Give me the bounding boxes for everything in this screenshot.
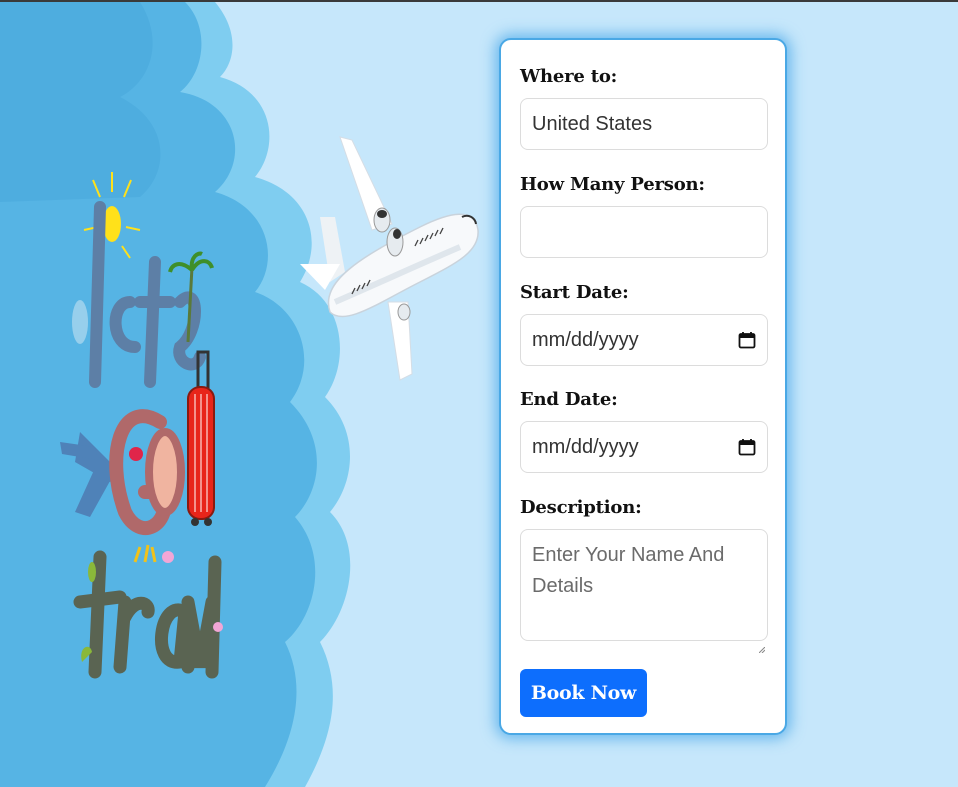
resize-handle-icon[interactable]: [758, 632, 766, 654]
where-to-label: Where to:: [520, 66, 618, 87]
end-date-input[interactable]: mm/dd/yyyy: [520, 421, 768, 473]
book-now-button[interactable]: Book Now: [520, 669, 647, 717]
hero-illustration: [0, 2, 490, 787]
where-to-value: United States: [532, 112, 653, 135]
description-placeholder: Enter Your Name And Details: [532, 544, 725, 597]
description-textarea[interactable]: Enter Your Name And Details: [520, 529, 768, 654]
end-date-value: mm/dd/yyyy: [532, 435, 639, 458]
start-date-value: mm/dd/yyyy: [532, 328, 639, 351]
calendar-icon[interactable]: [738, 331, 756, 349]
hero-artwork: [0, 2, 479, 787]
description-label: Description:: [520, 497, 642, 518]
start-date-input[interactable]: mm/dd/yyyy: [520, 314, 768, 366]
start-date-label: Start Date:: [520, 282, 629, 303]
how-many-person-label: How Many Person:: [520, 174, 705, 195]
end-date-label: End Date:: [520, 389, 618, 410]
where-to-input[interactable]: United States: [520, 98, 768, 150]
calendar-icon[interactable]: [738, 438, 756, 456]
booking-form-card: Where to: United States How Many Person:…: [499, 38, 787, 735]
how-many-person-input[interactable]: [520, 206, 768, 258]
